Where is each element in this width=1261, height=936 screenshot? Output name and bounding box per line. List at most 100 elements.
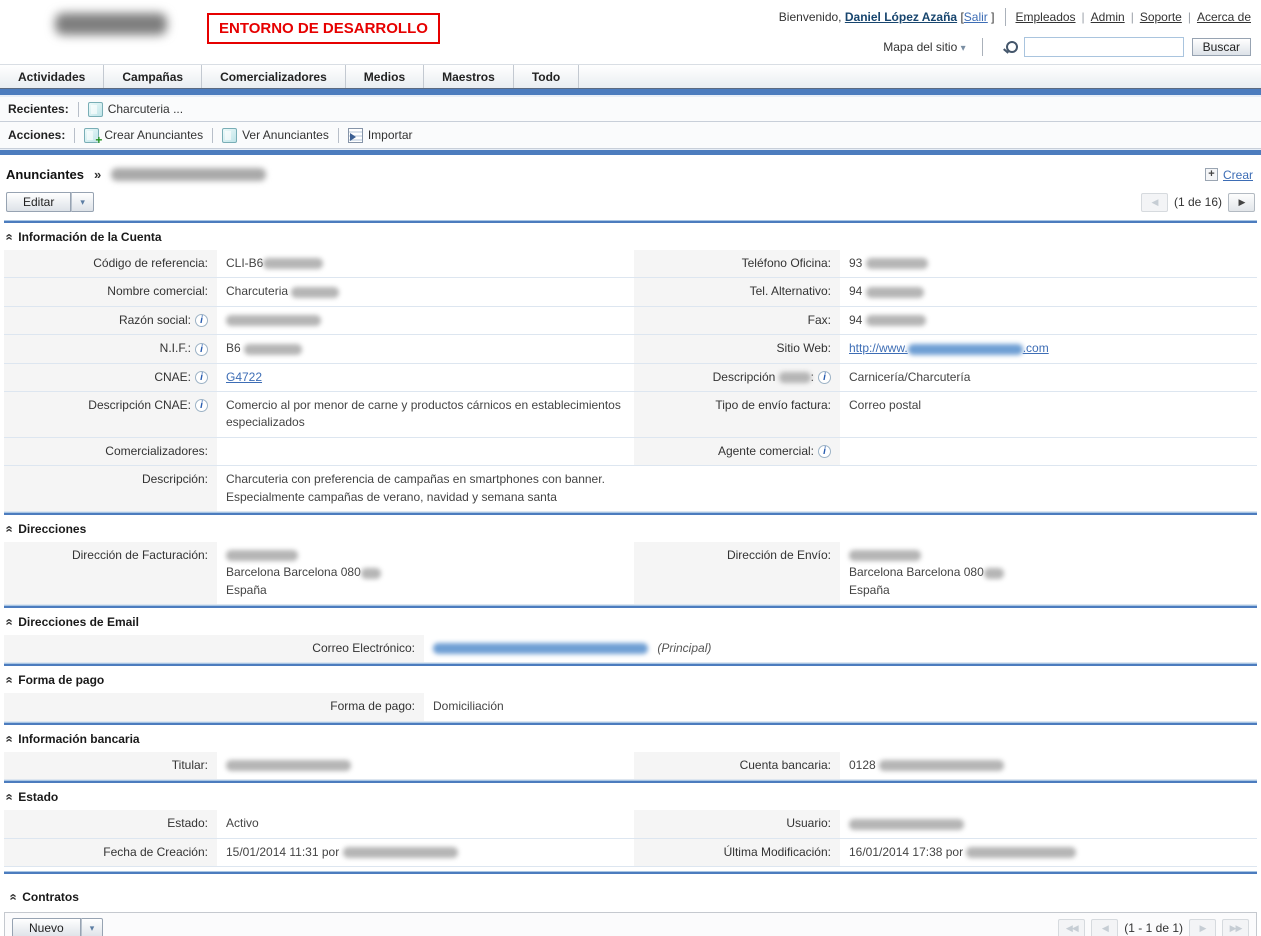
section-header-pago[interactable]: « Forma de pago (4, 666, 1257, 693)
sitemap-menu[interactable]: Mapa del sitio ▾ (883, 40, 965, 54)
edit-dropdown-button[interactable]: ▾ (71, 192, 94, 212)
field-value: 16/01/2014 17:38 por (840, 839, 1257, 867)
bracket-close: ] (991, 10, 994, 24)
redacted-text (908, 344, 1023, 355)
create-link-wrap: + Crear (1205, 168, 1253, 182)
separator: | (1188, 10, 1191, 24)
action-crear-anunciantes[interactable]: Crear Anunciantes (84, 128, 203, 143)
tab-comercializadores[interactable]: Comercializadores (202, 65, 346, 88)
redacted-text (226, 315, 321, 326)
edit-button[interactable]: Editar (6, 192, 71, 212)
field-label: Descripción: (4, 466, 217, 512)
recent-item-charcuteria[interactable]: Charcuteria ... (88, 102, 183, 117)
separator: | (1131, 10, 1134, 24)
crear-link[interactable]: Crear (1223, 168, 1253, 182)
module-tabbar: Actividades Campañas Comercializadores M… (0, 64, 1261, 89)
search-button[interactable]: Buscar (1192, 38, 1251, 56)
contratos-pagination-text: (1 - 1 de 1) (1124, 921, 1183, 935)
contratos-section: « Contratos Nuevo ▾ ◀◀ ◀ (1 - 1 de 1) ▶ … (4, 883, 1257, 936)
collapse-icon: « (5, 233, 15, 240)
field-label: Tel. Alternativo: (634, 278, 840, 306)
redacted-text (244, 344, 302, 355)
field-value: 94 (840, 278, 1257, 306)
header-left: ENTORNO DE DESARROLLO (10, 5, 440, 60)
environment-banner: ENTORNO DE DESARROLLO (207, 13, 440, 44)
collapse-icon: « (5, 525, 15, 532)
section-divider (4, 871, 1257, 874)
next-record-button[interactable]: ▶ (1228, 193, 1255, 212)
acerca-de-link[interactable]: Acerca de (1197, 10, 1251, 24)
field-label: Estado: (4, 810, 217, 838)
field-value: 94 (840, 307, 1257, 335)
redacted-text (263, 258, 323, 269)
company-logo[interactable] (55, 13, 167, 35)
import-icon (348, 128, 363, 143)
tab-medios[interactable]: Medios (346, 65, 424, 88)
email-link[interactable] (433, 641, 648, 655)
field-label: Fax: (634, 307, 840, 335)
section-header-cuenta[interactable]: « Información de la Cuenta (4, 223, 1257, 250)
view-records-icon (222, 128, 237, 143)
info-icon[interactable]: i (195, 371, 208, 384)
field-label: Nombre comercial: (4, 278, 217, 306)
info-icon[interactable]: i (818, 445, 831, 458)
field-value: http://www..com (840, 335, 1257, 363)
info-icon[interactable]: i (195, 343, 208, 356)
section-header-email[interactable]: « Direcciones de Email (4, 608, 1257, 635)
field-label: CNAE:i (4, 364, 217, 392)
section-header-direcciones[interactable]: « Direcciones (4, 515, 1257, 542)
tab-maestros[interactable]: Maestros (424, 65, 514, 88)
nuevo-dropdown-button[interactable]: ▾ (81, 918, 104, 936)
field-label: Sitio Web: (634, 335, 840, 363)
tab-todo[interactable]: Todo (514, 65, 579, 88)
next-page-button[interactable]: ▶ (1189, 919, 1216, 936)
tab-campanas[interactable]: Campañas (104, 65, 202, 88)
contratos-toolbar: Nuevo ▾ ◀◀ ◀ (1 - 1 de 1) ▶ ▶▶ (5, 913, 1256, 936)
pago-grid: Forma de pago: Domiciliación (4, 693, 1257, 721)
action-ver-anunciantes[interactable]: Ver Anunciantes (222, 128, 329, 143)
field-label: Dirección de Envío: (634, 542, 840, 605)
search-input[interactable] (1024, 37, 1184, 57)
section-header-banco[interactable]: « Información bancaria (4, 725, 1257, 752)
first-page-button[interactable]: ◀◀ (1058, 919, 1085, 936)
website-link[interactable]: http://www..com (849, 341, 1049, 355)
prev-page-button[interactable]: ◀ (1091, 919, 1118, 936)
action-importar[interactable]: Importar (348, 128, 413, 143)
search-row: Mapa del sitio ▾ Buscar (883, 37, 1251, 57)
admin-link[interactable]: Admin (1091, 10, 1125, 24)
field-label: Descripción :i (634, 364, 840, 392)
collapse-icon: « (5, 677, 15, 684)
soporte-link[interactable]: Soporte (1140, 10, 1182, 24)
field-label: Dirección de Facturación: (4, 542, 217, 605)
field-value (217, 752, 634, 780)
info-icon[interactable]: i (818, 371, 831, 384)
redacted-text (966, 847, 1076, 858)
info-icon[interactable]: i (195, 314, 208, 327)
section-header-estado[interactable]: « Estado (4, 783, 1257, 810)
tab-actividades[interactable]: Actividades (0, 65, 104, 88)
field-label: N.I.F.:i (4, 335, 217, 363)
info-icon[interactable]: i (195, 399, 208, 412)
prev-record-button[interactable]: ◀ (1141, 193, 1168, 212)
collapse-icon: « (5, 735, 15, 742)
recents-strip: Recientes: Charcuteria ... (0, 97, 1261, 122)
contratos-panel: Nuevo ▾ ◀◀ ◀ (1 - 1 de 1) ▶ ▶▶ Nombre ▴▾ (4, 912, 1257, 936)
separator (78, 102, 79, 117)
accent-bar (0, 89, 1261, 97)
plus-icon: + (1205, 168, 1218, 181)
field-value: Domiciliación (424, 693, 1257, 721)
breadcrumb-separator: » (94, 167, 101, 182)
field-value (217, 307, 634, 335)
logout-link[interactable]: Salir (964, 10, 988, 24)
nuevo-button[interactable]: Nuevo (12, 918, 81, 936)
field-label: Correo Electrónico: (4, 635, 424, 663)
cnae-link[interactable]: G4722 (226, 370, 262, 384)
field-value: Carnicería/Charcutería (840, 364, 1257, 392)
section-header-contratos[interactable]: « Contratos (4, 883, 1257, 910)
current-user-link[interactable]: Daniel López Azaña (845, 10, 957, 24)
redacted-text (361, 568, 381, 579)
empleados-link[interactable]: Empleados (1016, 10, 1076, 24)
field-label: Tipo de envío factura: (634, 392, 840, 438)
last-page-button[interactable]: ▶▶ (1222, 919, 1249, 936)
chevron-down-icon: ▾ (80, 197, 85, 208)
